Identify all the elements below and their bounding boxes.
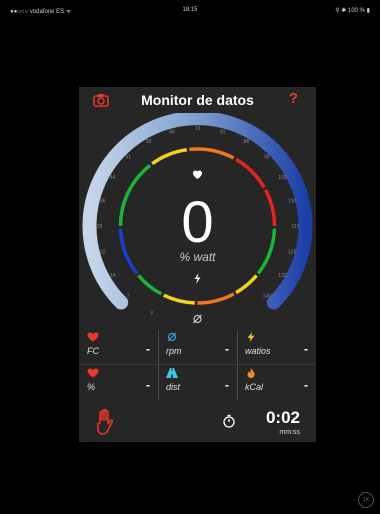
gauge-zone-arc: [151, 148, 188, 166]
gauge-tick-label: 14: [110, 273, 116, 279]
cadence-icon: [167, 332, 177, 342]
gauge-tick-label: 7: [127, 293, 130, 299]
footer-bar: 0:02 mm:ss: [79, 402, 316, 442]
zoom-button[interactable]: 1X: [358, 492, 374, 508]
elapsed-time: 0:02: [265, 408, 300, 427]
heart-icon: [87, 368, 99, 378]
metric-label: %: [87, 382, 96, 392]
divider: [79, 364, 316, 365]
gauge-tick-label: 73: [195, 126, 201, 132]
gauge-tick-label: 140: [263, 293, 272, 299]
gauge-tick-label: 66: [169, 129, 175, 135]
road-icon: [166, 368, 178, 378]
metric-value: -: [225, 342, 229, 356]
bolt-icon: [247, 332, 255, 342]
gauge-tick-label: 103: [278, 175, 287, 181]
metric-heart-rate: FC -: [79, 330, 158, 364]
gauge-tick-label: 58: [146, 139, 152, 145]
heart-icon: [193, 170, 202, 179]
metric-value: -: [146, 342, 150, 356]
status-bar: ●●○○○ vodafone ES ᯤ 18:15 ⚲ ✱ 100 % ▮: [0, 0, 380, 20]
metric-heart-percent: % -: [79, 366, 158, 400]
metric-kcal: kCal -: [237, 366, 316, 400]
metric-label: rpm: [166, 346, 182, 356]
metric-cadence: rpm -: [158, 330, 237, 364]
metric-value: -: [225, 378, 229, 392]
gauge-tick-label: 3: [150, 311, 153, 317]
power-value: 0: [181, 190, 214, 255]
elapsed-time-unit: mm:ss: [279, 429, 300, 436]
gauge-tick-label: 81: [220, 129, 226, 135]
battery-indicator: ⚲ ✱ 100 % ▮: [335, 8, 370, 14]
metric-label: FC: [87, 346, 99, 356]
bolt-icon: [194, 273, 201, 284]
gauge-zone-arc: [162, 293, 195, 305]
panel-header: Monitor de datos ?: [79, 87, 316, 113]
gauge-tick-label: 95: [264, 155, 270, 161]
clock: 18:15: [182, 7, 198, 13]
gauge-zone-arc: [235, 157, 266, 189]
metric-distance: dist -: [158, 366, 237, 400]
metric-value: -: [304, 342, 308, 356]
gauge-zone-arc: [235, 274, 258, 295]
metric-label: dist: [166, 382, 181, 392]
help-button[interactable]: ?: [289, 90, 298, 107]
metric-label: kCal: [245, 382, 264, 392]
metric-value: -: [304, 378, 308, 392]
gauge-tick-label: 132: [278, 273, 287, 279]
metric-value: -: [146, 378, 150, 392]
stopwatch-icon: [223, 414, 235, 428]
power-unit: % watt: [179, 250, 216, 264]
gauge-zone-arc: [197, 292, 235, 305]
cadence-icon: [193, 314, 202, 324]
gauge-tick-label: 51: [125, 155, 131, 161]
page-title: Monitor de datos: [141, 92, 254, 108]
flame-icon: [247, 368, 255, 378]
metric-watts: watios -: [237, 330, 316, 364]
metric-label: watios: [245, 346, 271, 356]
gauge-zone-arc: [189, 147, 235, 160]
heart-icon: [87, 332, 99, 342]
data-monitor-panel: Monitor de datos ? 7 14 22 29 36 44 51 58 66 73 81…: [79, 87, 316, 442]
gauge-tick-label: 44: [110, 175, 116, 181]
metrics-grid: FC - rpm - watios - % - dist - kCal -: [79, 328, 316, 402]
gauge-tick-label: 88: [244, 139, 250, 145]
gauge-zone-arc: [137, 274, 163, 296]
stop-hand-icon[interactable]: [95, 408, 119, 436]
